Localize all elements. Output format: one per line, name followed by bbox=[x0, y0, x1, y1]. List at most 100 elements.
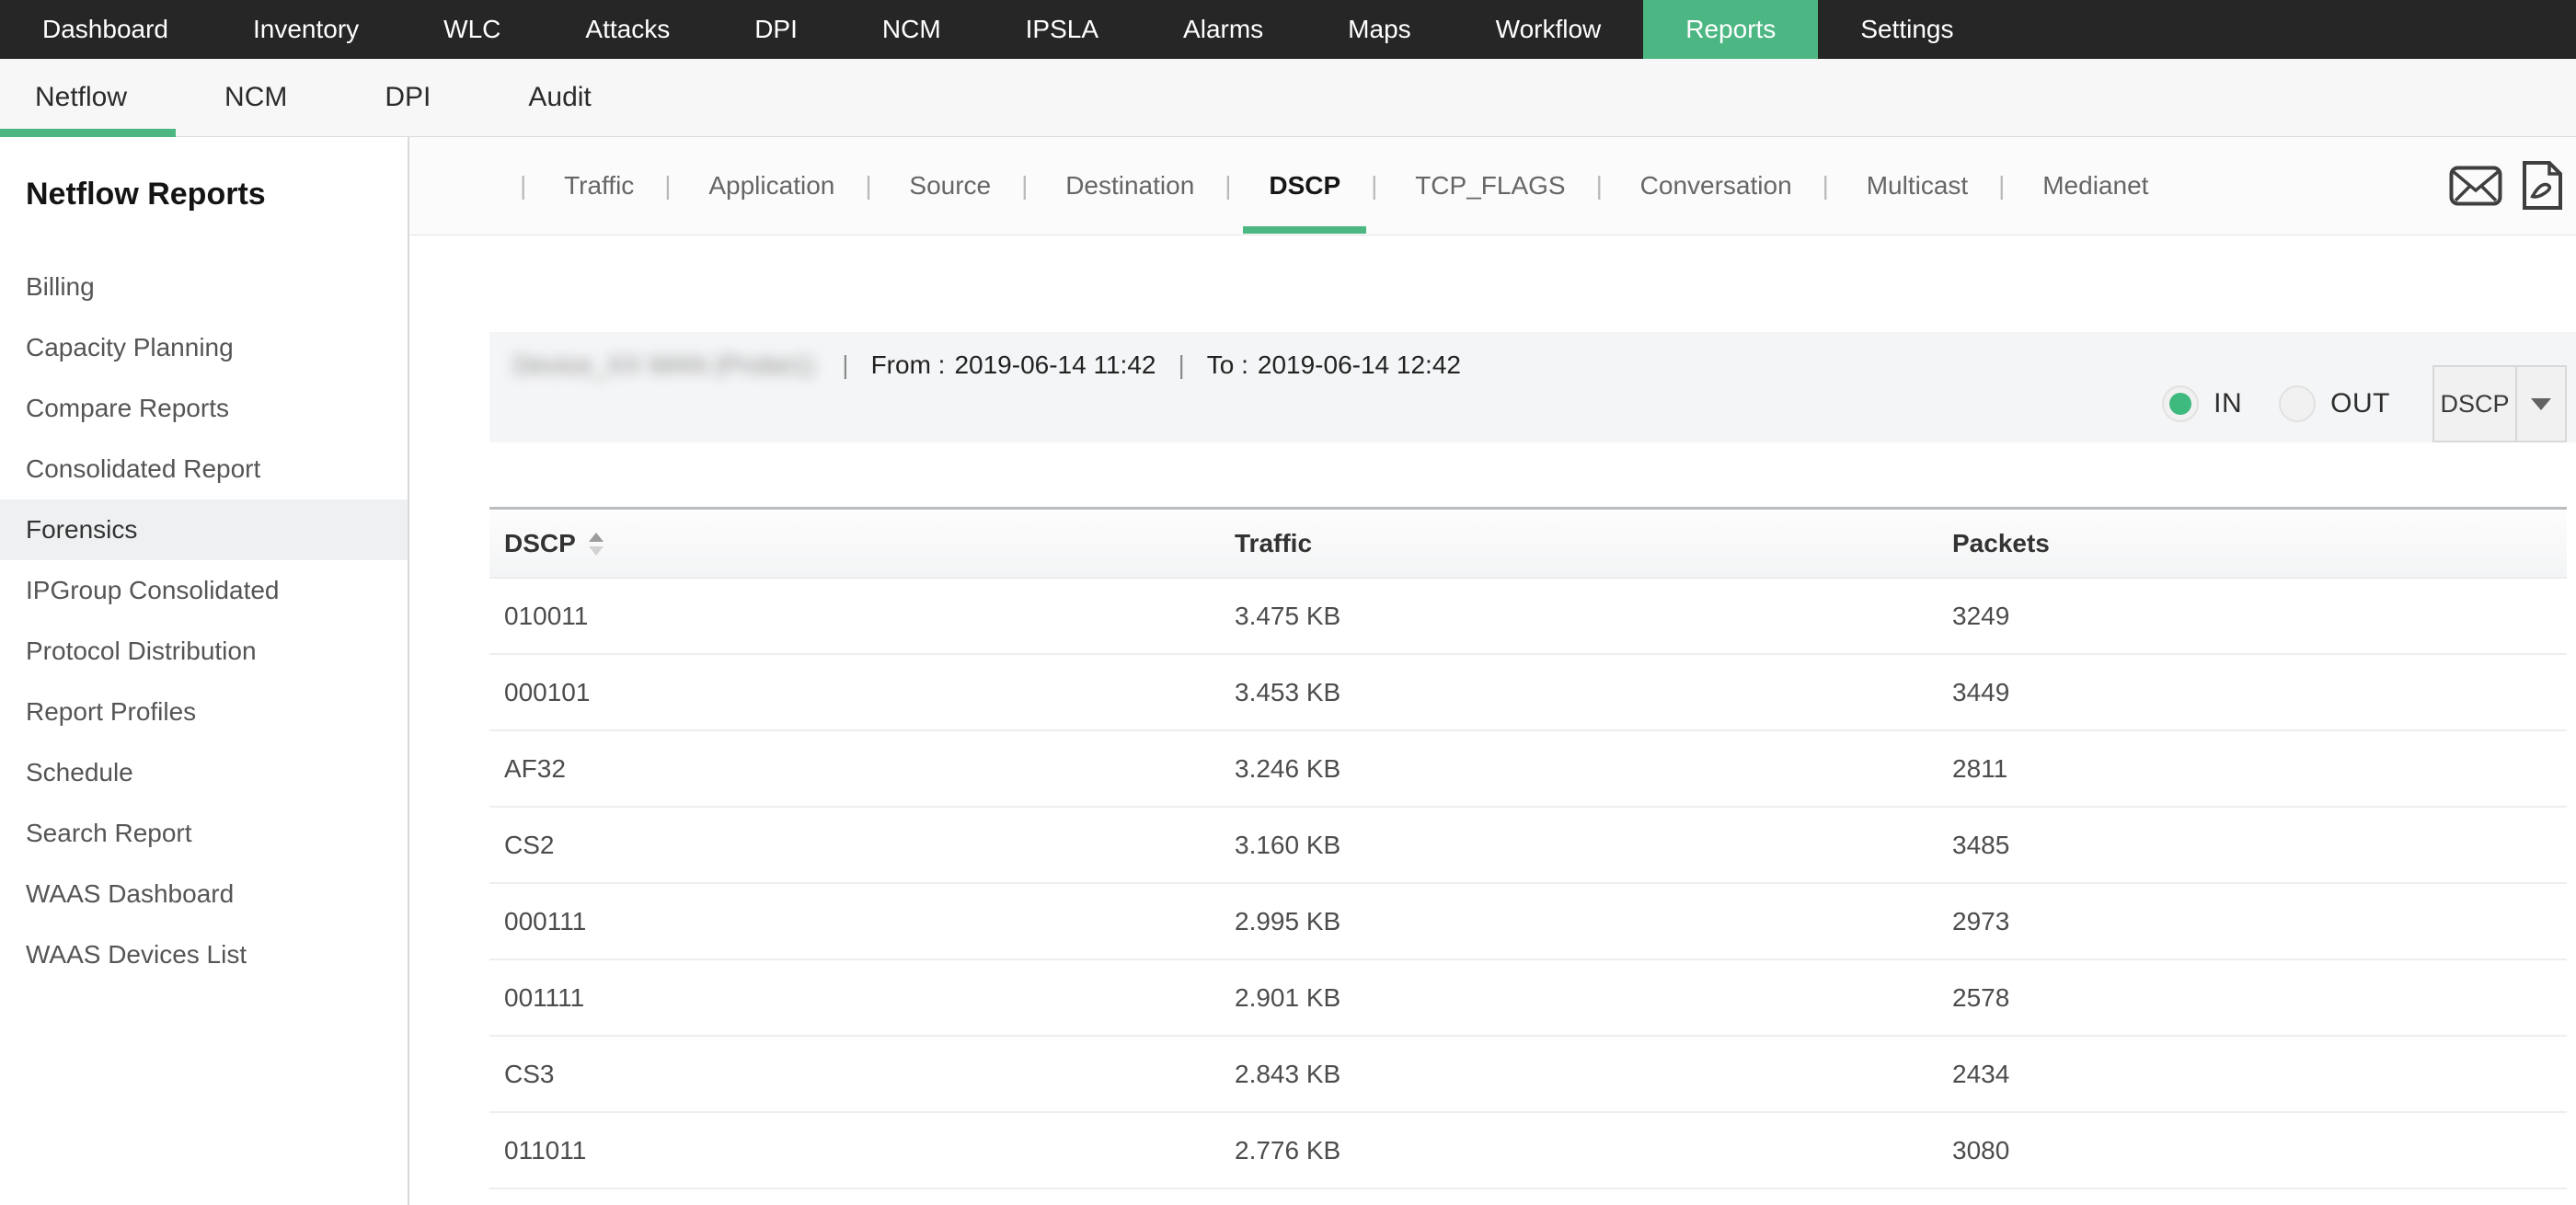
main-content: Traffic Application Source Destination bbox=[409, 137, 2576, 1205]
cell-dscp: 000101 bbox=[489, 678, 1235, 707]
direction-radio-group: IN OUT bbox=[2162, 385, 2427, 422]
report-tab-label: Conversation bbox=[1640, 171, 1792, 201]
dscp-table: DSCP Traffic Packets 010011 3.475 bbox=[489, 507, 2567, 1189]
sort-asc-arrow bbox=[589, 533, 604, 542]
cell-traffic: 2.995 KB bbox=[1235, 907, 1952, 936]
filter-controls: IN OUT DSCP bbox=[2162, 365, 2576, 442]
cell-traffic: 3.160 KB bbox=[1235, 831, 1952, 860]
email-report-button[interactable] bbox=[2449, 166, 2502, 206]
chevron-down-icon bbox=[2531, 398, 2551, 410]
sidebar-item[interactable]: WAAS Dashboard bbox=[0, 864, 408, 924]
table-body: 010011 3.475 KB 3249 000101 3.453 KB 344… bbox=[489, 579, 2567, 1189]
cell-dscp: 000111 bbox=[489, 907, 1235, 936]
top-nav-item[interactable]: Attacks bbox=[543, 0, 712, 59]
report-tab[interactable]: Source bbox=[834, 171, 991, 201]
report-tab-label: Medianet bbox=[2042, 171, 2148, 201]
report-type-dropdown[interactable]: DSCP bbox=[2432, 365, 2567, 442]
sidebar-item[interactable]: Consolidated Report bbox=[0, 439, 408, 499]
module-tab-bar: Netflow NCM DPI Audit bbox=[0, 59, 2576, 137]
cell-packets: 2973 bbox=[1952, 907, 2567, 936]
column-header-dscp[interactable]: DSCP bbox=[489, 529, 1235, 558]
cell-packets: 2811 bbox=[1952, 754, 2567, 784]
report-tab[interactable]: DSCP bbox=[1194, 171, 1340, 201]
sidebar: Netflow Reports Billing Capacity Plannin… bbox=[0, 137, 409, 1205]
cell-traffic: 2.776 KB bbox=[1235, 1136, 1952, 1165]
report-tab[interactable]: Multicast bbox=[1792, 171, 1969, 201]
table-row: CS2 3.160 KB 3485 bbox=[489, 808, 2567, 884]
cell-dscp: CS2 bbox=[489, 831, 1235, 860]
table-row: 010011 3.475 KB 3249 bbox=[489, 579, 2567, 655]
report-tab[interactable]: TCP_FLAGS bbox=[1340, 171, 1565, 201]
sidebar-item[interactable]: Search Report bbox=[0, 803, 408, 864]
sidebar-item[interactable]: Billing bbox=[0, 257, 408, 317]
sidebar-title: Netflow Reports bbox=[26, 176, 408, 212]
top-nav-item[interactable]: Maps bbox=[1305, 0, 1453, 59]
report-tab-label: Multicast bbox=[1867, 171, 1968, 201]
envelope-icon bbox=[2449, 166, 2502, 206]
sidebar-item[interactable]: Forensics bbox=[0, 499, 408, 560]
table-row: 000111 2.995 KB 2973 bbox=[489, 884, 2567, 960]
export-pdf-button[interactable] bbox=[2521, 161, 2563, 211]
cell-packets: 3485 bbox=[1952, 831, 2567, 860]
from-datetime-value: 2019-06-14 11:42 bbox=[954, 350, 1156, 380]
report-tab[interactable]: Medianet bbox=[1968, 171, 2148, 201]
top-nav-item[interactable]: Workflow bbox=[1454, 0, 1644, 59]
filter-info: Device_XX WAN (Probe1) | From : 2019-06-… bbox=[489, 332, 1461, 380]
top-nav-item[interactable]: NCM bbox=[840, 0, 983, 59]
report-tab-label: Application bbox=[708, 171, 834, 201]
top-nav-item[interactable]: DPI bbox=[712, 0, 840, 59]
top-nav-item[interactable]: WLC bbox=[401, 0, 543, 59]
sidebar-item[interactable]: Report Profiles bbox=[0, 682, 408, 742]
sort-desc-arrow bbox=[589, 546, 604, 556]
report-tab[interactable]: Application bbox=[634, 171, 834, 201]
sidebar-item[interactable]: WAAS Devices List bbox=[0, 924, 408, 985]
report-tab[interactable]: Conversation bbox=[1566, 171, 1792, 201]
table-row: 000101 3.453 KB 3449 bbox=[489, 655, 2567, 731]
to-label: To : bbox=[1207, 350, 1248, 380]
separator: | bbox=[1178, 350, 1184, 380]
cell-traffic: 3.453 KB bbox=[1235, 678, 1952, 707]
sidebar-item[interactable]: Schedule bbox=[0, 742, 408, 803]
table-header-row: DSCP Traffic Packets bbox=[489, 507, 2567, 579]
column-header-packets[interactable]: Packets bbox=[1952, 529, 2567, 558]
cell-packets: 3449 bbox=[1952, 678, 2567, 707]
sidebar-items: Billing Capacity Planning Compare Report… bbox=[0, 257, 408, 985]
module-tab[interactable]: Audit bbox=[528, 59, 591, 136]
cell-dscp: 011011 bbox=[489, 1136, 1235, 1165]
table-row: 001111 2.901 KB 2578 bbox=[489, 960, 2567, 1037]
top-nav-item[interactable]: Dashboard bbox=[0, 0, 211, 59]
from-label: From : bbox=[871, 350, 946, 380]
direction-radio[interactable]: IN bbox=[2162, 385, 2279, 422]
radio-dot bbox=[2169, 393, 2191, 415]
report-tab[interactable]: Traffic bbox=[489, 171, 634, 201]
top-nav-item[interactable]: Inventory bbox=[211, 0, 401, 59]
top-nav-item[interactable]: Reports bbox=[1643, 0, 1818, 59]
top-nav-item[interactable]: IPSLA bbox=[983, 0, 1141, 59]
cell-dscp: 010011 bbox=[489, 602, 1235, 631]
column-header-traffic[interactable]: Traffic bbox=[1235, 529, 1952, 558]
sidebar-item[interactable]: Compare Reports bbox=[0, 378, 408, 439]
sidebar-item[interactable]: Capacity Planning bbox=[0, 317, 408, 378]
to-datetime-value: 2019-06-14 12:42 bbox=[1258, 350, 1461, 380]
top-nav-item[interactable]: Alarms bbox=[1141, 0, 1305, 59]
top-nav-item[interactable]: Settings bbox=[1818, 0, 1995, 59]
report-tab[interactable]: Destination bbox=[991, 171, 1194, 201]
cell-packets: 3080 bbox=[1952, 1136, 2567, 1165]
module-tab[interactable]: DPI bbox=[385, 59, 431, 136]
radio-circle bbox=[2279, 385, 2316, 422]
cell-dscp: CS3 bbox=[489, 1060, 1235, 1089]
report-tabs-strip: Traffic Application Source Destination bbox=[409, 137, 2576, 235]
sidebar-item[interactable]: Protocol Distribution bbox=[0, 621, 408, 682]
top-nav: Dashboard Inventory WLC Attacks DPI NCM … bbox=[0, 0, 2576, 59]
dropdown-arrow-box bbox=[2515, 367, 2565, 441]
cell-traffic: 3.246 KB bbox=[1235, 754, 1952, 784]
sidebar-item[interactable]: IPGroup Consolidated bbox=[0, 560, 408, 621]
cell-dscp: AF32 bbox=[489, 754, 1235, 784]
radio-circle bbox=[2162, 385, 2199, 422]
module-tab[interactable]: Netflow bbox=[35, 59, 127, 136]
pdf-file-icon bbox=[2521, 161, 2563, 211]
report-tab-label: Destination bbox=[1065, 171, 1194, 201]
direction-radio[interactable]: OUT bbox=[2279, 385, 2427, 422]
module-tab[interactable]: NCM bbox=[224, 59, 287, 136]
table-row: CS3 2.843 KB 2434 bbox=[489, 1037, 2567, 1113]
